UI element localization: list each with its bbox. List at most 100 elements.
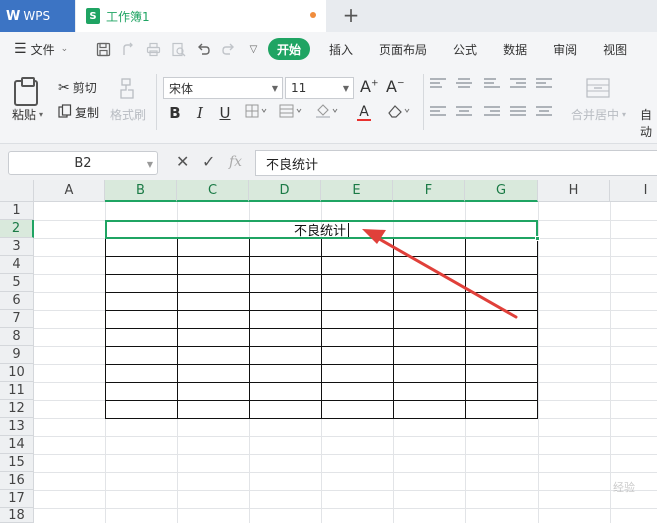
file-menu[interactable]: ☰ 文件 ⌄ <box>0 41 88 58</box>
align-middle-icon[interactable] <box>456 78 472 90</box>
row-header-13[interactable]: 13 <box>0 418 34 436</box>
align-bottom-icon[interactable] <box>484 78 500 90</box>
spreadsheet-grid[interactable]: A B C D E F G H I 1 2 3 4 5 6 7 8 9 10 1… <box>0 180 657 523</box>
column-header-a[interactable]: A <box>34 180 105 202</box>
row-header-17[interactable]: 17 <box>0 490 34 508</box>
row-header-9[interactable]: 9 <box>0 346 34 364</box>
copy-button[interactable]: 复制 <box>58 104 99 121</box>
justify-icon[interactable] <box>510 106 526 118</box>
tab-insert[interactable]: 插入 <box>316 38 366 60</box>
increase-indent-icon[interactable] <box>536 78 552 90</box>
merged-cell-b2-g2[interactable]: 不良统计 <box>105 220 538 239</box>
formula-input[interactable]: 不良统计 <box>255 150 657 176</box>
row-header-2[interactable]: 2 <box>0 220 34 238</box>
gridline <box>34 490 657 491</box>
auto-wrap-button[interactable]: 自动 <box>640 106 657 140</box>
column-header-g[interactable]: G <box>465 180 538 202</box>
select-all-corner[interactable] <box>0 180 34 202</box>
document-tab-title: 工作簿1 <box>106 9 150 24</box>
merge-center-label: 合并居中 <box>571 108 620 122</box>
fill-handle[interactable] <box>535 236 540 241</box>
table-border <box>105 292 538 293</box>
paste-button[interactable]: 粘贴 ▾ <box>12 106 43 123</box>
customize-toolbar-icon[interactable]: ▽ <box>244 40 263 59</box>
export-pdf-icon[interactable] <box>119 40 138 59</box>
column-header-c[interactable]: C <box>177 180 249 202</box>
clear-format-button[interactable] <box>386 103 414 123</box>
row-header-1[interactable]: 1 <box>0 202 34 220</box>
distributed-align-icon[interactable] <box>536 106 552 118</box>
row-header-5[interactable]: 5 <box>0 274 34 292</box>
decrease-font-size-button[interactable]: A− <box>386 77 405 96</box>
undo-icon[interactable] <box>194 40 213 59</box>
wps-home-tab[interactable]: W WPS <box>0 0 75 32</box>
align-center-icon[interactable] <box>456 106 472 118</box>
save-icon[interactable] <box>94 40 113 59</box>
document-tab[interactable]: S 工作簿1 <box>76 0 326 32</box>
insert-function-button[interactable]: fx <box>229 154 242 170</box>
column-header-e[interactable]: E <box>321 180 393 202</box>
font-name-select[interactable]: 宋体 ▼ <box>163 77 283 99</box>
decrease-indent-icon[interactable] <box>510 78 526 90</box>
row-header-10[interactable]: 10 <box>0 364 34 382</box>
increase-font-size-button[interactable]: A+ <box>360 77 379 96</box>
menu-bar: ☰ 文件 ⌄ ▽ 开始 插入 页面布局 公式 数据 审阅 视图 <box>0 32 657 66</box>
row-header-18[interactable]: 18 <box>0 508 34 523</box>
tab-review[interactable]: 审阅 <box>540 38 590 60</box>
align-top-icon[interactable] <box>430 78 446 90</box>
format-painter-icon[interactable] <box>118 78 138 100</box>
ribbon-divider <box>423 74 424 130</box>
row-header-15[interactable]: 15 <box>0 454 34 472</box>
font-size-select[interactable]: 11 ▼ <box>285 77 354 99</box>
wps-logo-icon: W <box>6 8 20 24</box>
cell-style-button[interactable] <box>278 103 306 123</box>
align-right-icon[interactable] <box>484 106 500 118</box>
cell-reference: B2 <box>74 155 92 171</box>
cut-button[interactable]: ✂ 剪切 <box>58 79 97 96</box>
format-painter-button[interactable]: 格式刷 <box>110 106 146 123</box>
font-color-button[interactable]: A <box>350 103 378 123</box>
column-header-f[interactable]: F <box>393 180 465 202</box>
row-header-11[interactable]: 11 <box>0 382 34 400</box>
gridline <box>34 436 657 437</box>
tab-formulas[interactable]: 公式 <box>440 38 490 60</box>
bold-button[interactable]: B <box>166 103 184 123</box>
row-header-8[interactable]: 8 <box>0 328 34 346</box>
row-header-14[interactable]: 14 <box>0 436 34 454</box>
cancel-icon[interactable]: ✕ <box>176 152 189 171</box>
tab-home[interactable]: 开始 <box>268 38 311 60</box>
ribbon-tabs: 开始 插入 页面布局 公式 数据 审阅 视图 <box>268 38 640 60</box>
align-left-icon[interactable] <box>430 106 446 118</box>
row-header-4[interactable]: 4 <box>0 256 34 274</box>
column-header-h[interactable]: H <box>538 180 610 202</box>
column-header-b[interactable]: B <box>105 180 177 202</box>
print-icon[interactable] <box>144 40 163 59</box>
paste-label: 粘贴 <box>12 108 37 122</box>
confirm-icon[interactable]: ✓ <box>202 152 215 171</box>
underline-button[interactable]: U <box>216 103 234 123</box>
tab-view[interactable]: 视图 <box>590 38 640 60</box>
italic-button[interactable]: I <box>192 103 208 123</box>
font-name-value: 宋体 <box>169 81 194 96</box>
row-header-16[interactable]: 16 <box>0 472 34 490</box>
tab-data[interactable]: 数据 <box>490 38 540 60</box>
tab-page-layout[interactable]: 页面布局 <box>366 38 440 60</box>
chevron-down-icon: ▼ <box>271 84 278 93</box>
fill-color-button[interactable] <box>314 103 342 123</box>
paste-icon[interactable] <box>14 77 38 106</box>
print-preview-icon[interactable] <box>169 40 188 59</box>
row-header-12[interactable]: 12 <box>0 400 34 418</box>
scissors-icon: ✂ <box>58 79 70 96</box>
column-header-i[interactable]: I <box>610 180 657 202</box>
merge-center-icon[interactable] <box>586 78 610 98</box>
name-box[interactable]: B2 ▼ <box>8 151 158 175</box>
column-header-d[interactable]: D <box>249 180 321 202</box>
row-header-6[interactable]: 6 <box>0 292 34 310</box>
merge-center-button[interactable]: 合并居中 ▾ <box>571 106 626 123</box>
hamburger-icon: ☰ <box>14 41 27 57</box>
row-header-3[interactable]: 3 <box>0 238 34 256</box>
new-tab-button[interactable]: + <box>340 3 362 27</box>
row-header-7[interactable]: 7 <box>0 310 34 328</box>
redo-icon[interactable] <box>219 40 238 59</box>
borders-button[interactable] <box>244 103 270 123</box>
